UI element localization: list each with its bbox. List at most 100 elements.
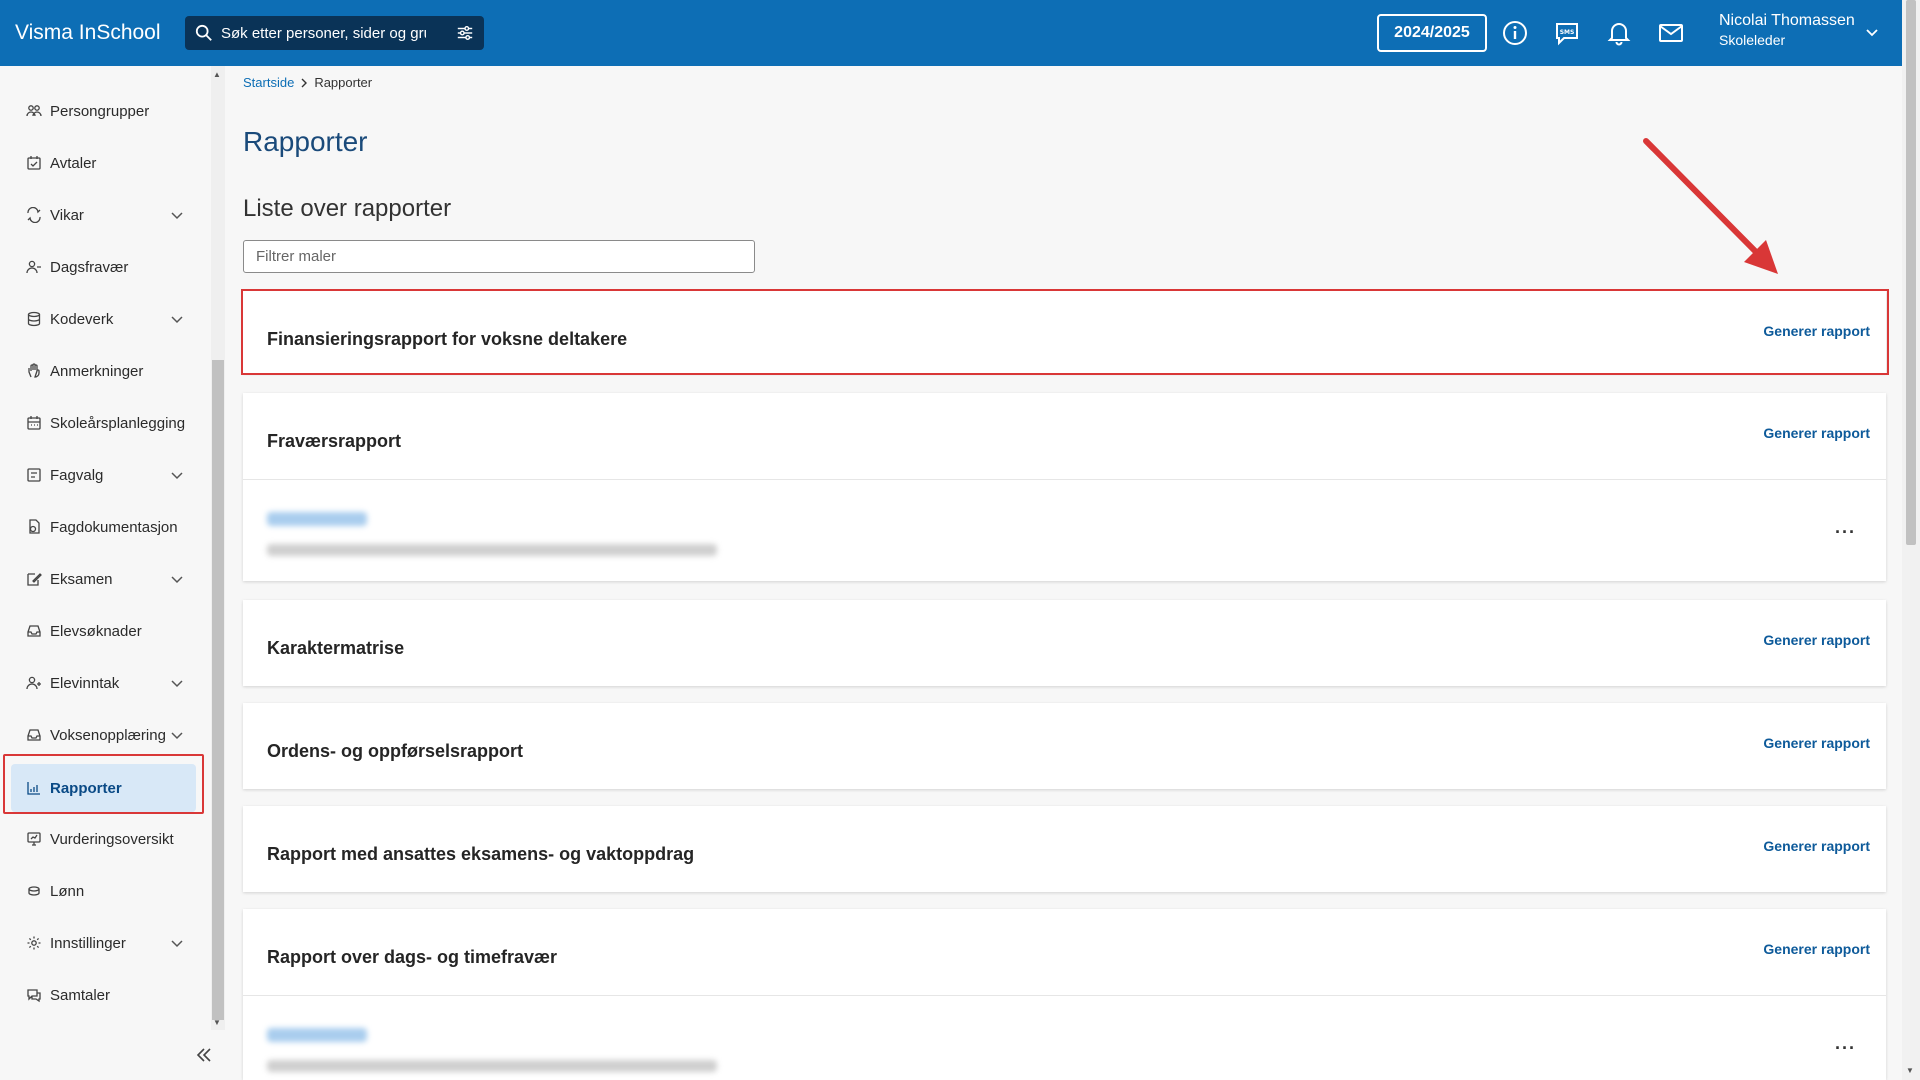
highlight-box-report <box>241 289 1889 375</box>
report-history-row: ··· <box>243 995 1886 1080</box>
report-card: Karaktermatrise Generer rapport <box>243 600 1886 686</box>
report-card: Rapport over dags- og timefravær Generer… <box>243 909 1886 1080</box>
chevron-down-icon[interactable] <box>170 728 184 742</box>
swap-icon <box>27 207 41 223</box>
search-input[interactable] <box>221 24 426 42</box>
sidebar-item-label: Avtaler <box>50 154 97 172</box>
breadcrumb-home-link[interactable]: Startside <box>243 75 294 90</box>
breadcrumb-current: Rapporter <box>314 75 373 90</box>
inbox-icon <box>27 729 41 741</box>
gear-icon <box>27 936 41 950</box>
brand-logo[interactable]: Visma InSchool <box>15 21 185 45</box>
sidebar-item-vikar[interactable]: Vikar <box>0 190 200 240</box>
sidebar-item-label: Persongrupper <box>50 102 150 120</box>
report-card: Rapport med ansattes eksamens- og vaktop… <box>243 806 1886 892</box>
chevron-down-icon[interactable] <box>1864 24 1880 40</box>
chevron-down-icon[interactable] <box>170 676 184 690</box>
svg-text:SMS: SMS <box>1560 29 1575 36</box>
more-options-icon[interactable]: ··· <box>1835 522 1856 543</box>
filter-templates-input[interactable] <box>243 240 755 273</box>
blurred-text <box>267 544 717 556</box>
sidebar-item-label: Fagvalg <box>50 466 104 484</box>
sidebar-item-label: Elevinntak <box>50 674 120 692</box>
generate-report-link[interactable]: Generer rapport <box>1763 838 1870 854</box>
chevron-down-icon[interactable] <box>170 936 184 950</box>
sidebar-item-label: Elevsøknader <box>50 622 142 640</box>
sidebar-item-persongrupper[interactable]: Persongrupper <box>0 86 200 136</box>
scroll-up-arrow-icon[interactable]: ▲ <box>213 70 221 79</box>
sidebar-item-kodeverk[interactable]: Kodeverk <box>0 294 200 344</box>
sidebar-item-innstillinger[interactable]: Innstillinger <box>0 918 200 968</box>
report-card: Fraværsrapport Generer rapport ··· <box>243 393 1886 581</box>
blurred-text <box>267 1060 717 1072</box>
sidebar-item-anmerkninger[interactable]: Anmerkninger <box>0 346 200 396</box>
report-history-row: ··· <box>243 479 1886 581</box>
sidebar-item-elevinntak[interactable]: Elevinntak <box>0 658 200 708</box>
sidebar-item-label: Fagdokumentasjon <box>50 518 178 536</box>
sidebar-item-vurderingsoversikt[interactable]: Vurderingsoversikt <box>0 814 200 864</box>
sidebar-item-label: Vurderingsoversikt <box>50 830 174 848</box>
sidebar-item-samtaler[interactable]: Samtaler <box>0 970 200 1020</box>
checklist-icon <box>27 468 41 482</box>
scroll-down-arrow-icon[interactable]: ▼ <box>213 1018 221 1027</box>
edit-icon <box>27 573 42 586</box>
sidebar-item-fagvalg[interactable]: Fagvalg <box>0 450 200 500</box>
people-icon <box>26 105 42 117</box>
sidebar-item-eksamen[interactable]: Eksamen <box>0 554 200 604</box>
person-add-icon <box>26 676 41 690</box>
filter-settings-icon[interactable] <box>456 24 474 42</box>
report-title: Karaktermatrise <box>267 638 405 658</box>
sidebar-item-dagsfravær[interactable]: Dagsfravær <box>0 242 200 292</box>
generate-report-link[interactable]: Generer rapport <box>1763 735 1870 751</box>
page-scrollbar-thumb[interactable] <box>1906 0 1916 545</box>
user-name: Nicolai Thomassen <box>1719 12 1855 29</box>
chevron-down-icon[interactable] <box>170 312 184 326</box>
chevron-right-icon <box>301 78 308 87</box>
info-icon[interactable] <box>1502 20 1528 46</box>
generate-report-link[interactable]: Generer rapport <box>1763 425 1870 441</box>
breadcrumb: Startside Rapporter <box>243 75 372 90</box>
search-icon <box>195 24 212 41</box>
report-title: Fraværsrapport <box>267 431 402 451</box>
user-menu[interactable]: Nicolai Thomassen Skoleleder <box>1719 12 1855 48</box>
sidebar-item-label: Skoleårsplanlegging <box>50 414 186 432</box>
sms-icon[interactable]: SMS <box>1554 20 1580 46</box>
sidebar-scrollbar-thumb[interactable] <box>212 360 224 1020</box>
section-title: Liste over rapporter <box>243 195 452 222</box>
report-title: Ordens- og oppførselsrapport <box>267 741 524 761</box>
sidebar-item-voksenopplæring[interactable]: Voksenopplæring <box>0 710 200 760</box>
generate-report-link[interactable]: Generer rapport <box>1763 632 1870 648</box>
blurred-link[interactable] <box>267 512 367 526</box>
school-year-button[interactable]: 2024/2025 <box>1377 14 1487 52</box>
global-search[interactable] <box>185 16 484 50</box>
mail-icon[interactable] <box>1658 20 1684 46</box>
generate-report-link[interactable]: Generer rapport <box>1763 941 1870 957</box>
collapse-sidebar-icon[interactable] <box>195 1046 213 1064</box>
bell-icon[interactable] <box>1606 20 1632 46</box>
database-icon <box>27 311 41 327</box>
sidebar-item-avtaler[interactable]: Avtaler <box>0 138 200 188</box>
sidebar-item-label: Dagsfravær <box>50 258 129 276</box>
user-role: Skoleleder <box>1719 32 1786 48</box>
blurred-link[interactable] <box>267 1028 367 1042</box>
person-minus-icon <box>26 260 41 274</box>
scroll-down-arrow-icon[interactable]: ▼ <box>1906 1066 1914 1075</box>
report-card: Ordens- og oppførselsrapport Generer rap… <box>243 703 1886 789</box>
sidebar-item-skoleårsplanlegging[interactable]: Skoleårsplanlegging <box>0 398 200 448</box>
sidebar-item-label: Kodeverk <box>50 310 114 328</box>
sidebar-item-label: Lønn <box>50 882 85 900</box>
chevron-down-icon[interactable] <box>170 468 184 482</box>
page-title: Rapporter <box>243 126 368 157</box>
hand-icon <box>28 363 40 378</box>
sidebar-item-fagdokumentasjon[interactable]: Fagdokumentasjon <box>0 502 200 552</box>
sidebar-item-label: Vikar <box>50 206 84 224</box>
sidebar-item-lønn[interactable]: Lønn <box>0 866 200 916</box>
sidebar-item-elevsøknader[interactable]: Elevsøknader <box>0 606 200 656</box>
document-gear-icon <box>29 519 40 534</box>
coins-icon <box>28 886 40 896</box>
sidebar-item-label: Innstillinger <box>50 934 126 952</box>
chevron-down-icon[interactable] <box>170 572 184 586</box>
more-options-icon[interactable]: ··· <box>1835 1038 1856 1059</box>
sidebar-item-label: Anmerkninger <box>50 362 144 380</box>
chevron-down-icon[interactable] <box>170 208 184 222</box>
